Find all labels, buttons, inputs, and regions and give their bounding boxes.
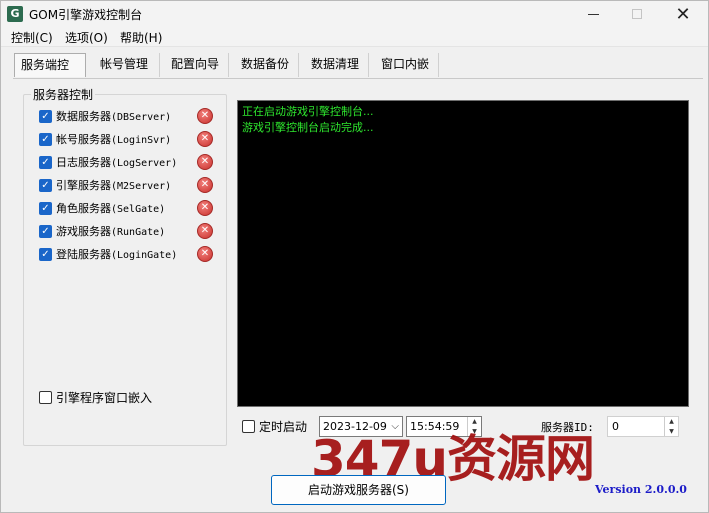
tab-config-wizard[interactable]: 配置向导 xyxy=(165,53,229,77)
server-row-loginsvr: ✓ 帐号服务器(LoginSvr) ✕ xyxy=(39,129,215,149)
console-line: 游戏引擎控制台启动完成... xyxy=(242,121,374,134)
server-code: (SelGate) xyxy=(111,204,166,215)
stop-selgate-icon[interactable]: ✕ xyxy=(197,200,213,216)
tab-strip: 服务端控制 帐号管理 配置向导 数据备份 数据清理 窗口内嵌 xyxy=(1,51,708,94)
checkmark-icon: ✓ xyxy=(41,110,50,122)
console-line: 正在启动游戏引擎控制台... xyxy=(242,105,374,118)
stop-m2server-icon[interactable]: ✕ xyxy=(197,177,213,193)
checkmark-icon: ✓ xyxy=(41,202,50,214)
main-window: G GOM引擎游戏控制台 ✕ 控制(C) 选项(O) 帮助(H) 服务端控制 帐… xyxy=(0,0,709,513)
app-logo-icon: G xyxy=(7,6,23,22)
server-name: 游戏服务器 xyxy=(56,225,111,238)
server-row-logserver: ✓ 日志服务器(LogServer) ✕ xyxy=(39,152,215,172)
title-bar[interactable]: G GOM引擎游戏控制台 ✕ xyxy=(1,1,708,27)
minimize-icon xyxy=(587,13,599,15)
menu-control[interactable]: 控制(C) xyxy=(11,29,53,46)
maximize-button[interactable] xyxy=(614,1,660,27)
auto-start-checkbox[interactable] xyxy=(242,420,255,433)
checkbox-logserver[interactable]: ✓ xyxy=(39,155,52,169)
server-id-spinner[interactable]: ▲ ▼ xyxy=(664,417,678,436)
checkmark-icon: ✓ xyxy=(41,248,50,260)
embed-option: 引擎程序窗口嵌入 xyxy=(39,389,152,406)
server-control-group-title: 服务器控制 xyxy=(31,86,96,103)
spin-down-icon[interactable]: ▼ xyxy=(665,427,678,437)
server-name: 角色服务器 xyxy=(56,202,111,215)
checkbox-selgate[interactable]: ✓ xyxy=(39,201,52,215)
embed-checkbox[interactable] xyxy=(39,391,52,404)
checkmark-icon: ✓ xyxy=(41,133,50,145)
server-code: (LoginSvr) xyxy=(111,135,172,146)
menu-bar: 控制(C) 选项(O) 帮助(H) xyxy=(1,27,708,47)
server-name: 帐号服务器 xyxy=(56,133,111,146)
server-code: (DBServer) xyxy=(111,112,172,123)
menu-options[interactable]: 选项(O) xyxy=(65,29,108,46)
stop-logserver-icon[interactable]: ✕ xyxy=(197,154,213,170)
server-id-input[interactable]: 0 ▲ ▼ xyxy=(607,416,679,437)
spin-up-icon[interactable]: ▲ xyxy=(665,417,678,427)
server-name: 数据服务器 xyxy=(56,110,111,123)
checkmark-icon: ✓ xyxy=(41,179,50,191)
tab-data-cleanup[interactable]: 数据清理 xyxy=(305,53,369,77)
console-output[interactable]: 正在启动游戏引擎控制台... 游戏引擎控制台启动完成... xyxy=(237,100,689,407)
checkbox-rungate[interactable]: ✓ xyxy=(39,224,52,238)
server-id-value: 0 xyxy=(612,420,619,433)
server-row-selgate: ✓ 角色服务器(SelGate) ✕ xyxy=(39,198,215,218)
server-name: 日志服务器 xyxy=(56,156,111,169)
server-code: (LoginGate) xyxy=(111,250,178,261)
server-row-rungate: ✓ 游戏服务器(RunGate) ✕ xyxy=(39,221,215,241)
spin-up-icon[interactable]: ▲ xyxy=(468,417,481,427)
server-row-dbserver: ✓ 数据服务器(DBServer) ✕ xyxy=(39,106,215,126)
checkmark-icon: ✓ xyxy=(41,225,50,237)
auto-start-label: 定时启动 xyxy=(259,420,308,434)
server-control-panel: 服务器控制 ✓ 数据服务器(DBServer) ✕ ✓ 帐号服务器(LoginS… xyxy=(13,79,707,456)
checkmark-icon: ✓ xyxy=(41,156,50,168)
embed-label: 引擎程序窗口嵌入 xyxy=(56,391,153,405)
stop-logingate-icon[interactable]: ✕ xyxy=(197,246,213,262)
server-code: (RunGate) xyxy=(111,227,166,238)
start-game-server-button[interactable]: 启动游戏服务器(S) xyxy=(271,475,446,505)
stop-rungate-icon[interactable]: ✕ xyxy=(197,223,213,239)
server-row-logingate: ✓ 登陆服务器(LoginGate) ✕ xyxy=(39,244,215,264)
tab-account-management[interactable]: 帐号管理 xyxy=(94,53,160,77)
checkbox-dbserver[interactable]: ✓ xyxy=(39,109,52,123)
server-code: (M2Server) xyxy=(111,181,172,192)
stop-loginsvr-icon[interactable]: ✕ xyxy=(197,131,213,147)
server-name: 登陆服务器 xyxy=(56,248,111,261)
checkbox-logingate[interactable]: ✓ xyxy=(39,247,52,261)
close-button[interactable]: ✕ xyxy=(660,1,706,27)
tab-data-backup[interactable]: 数据备份 xyxy=(235,53,299,77)
tab-window-embed[interactable]: 窗口内嵌 xyxy=(375,53,439,77)
stop-dbserver-icon[interactable]: ✕ xyxy=(197,108,213,124)
version-label: Version 2.0.0.0 xyxy=(595,483,687,496)
window-title: GOM引擎游戏控制台 xyxy=(29,8,143,22)
server-row-m2server: ✓ 引擎服务器(M2Server) ✕ xyxy=(39,175,215,195)
checkbox-m2server[interactable]: ✓ xyxy=(39,178,52,192)
menu-help[interactable]: 帮助(H) xyxy=(120,29,162,46)
minimize-button[interactable] xyxy=(570,1,616,27)
server-code: (LogServer) xyxy=(111,158,178,169)
maximize-icon xyxy=(632,9,642,19)
close-icon: ✕ xyxy=(675,3,691,25)
tab-server-control[interactable]: 服务端控制 xyxy=(14,53,86,94)
checkbox-loginsvr[interactable]: ✓ xyxy=(39,132,52,146)
server-name: 引擎服务器 xyxy=(56,179,111,192)
auto-start-option: 定时启动 xyxy=(242,418,307,435)
